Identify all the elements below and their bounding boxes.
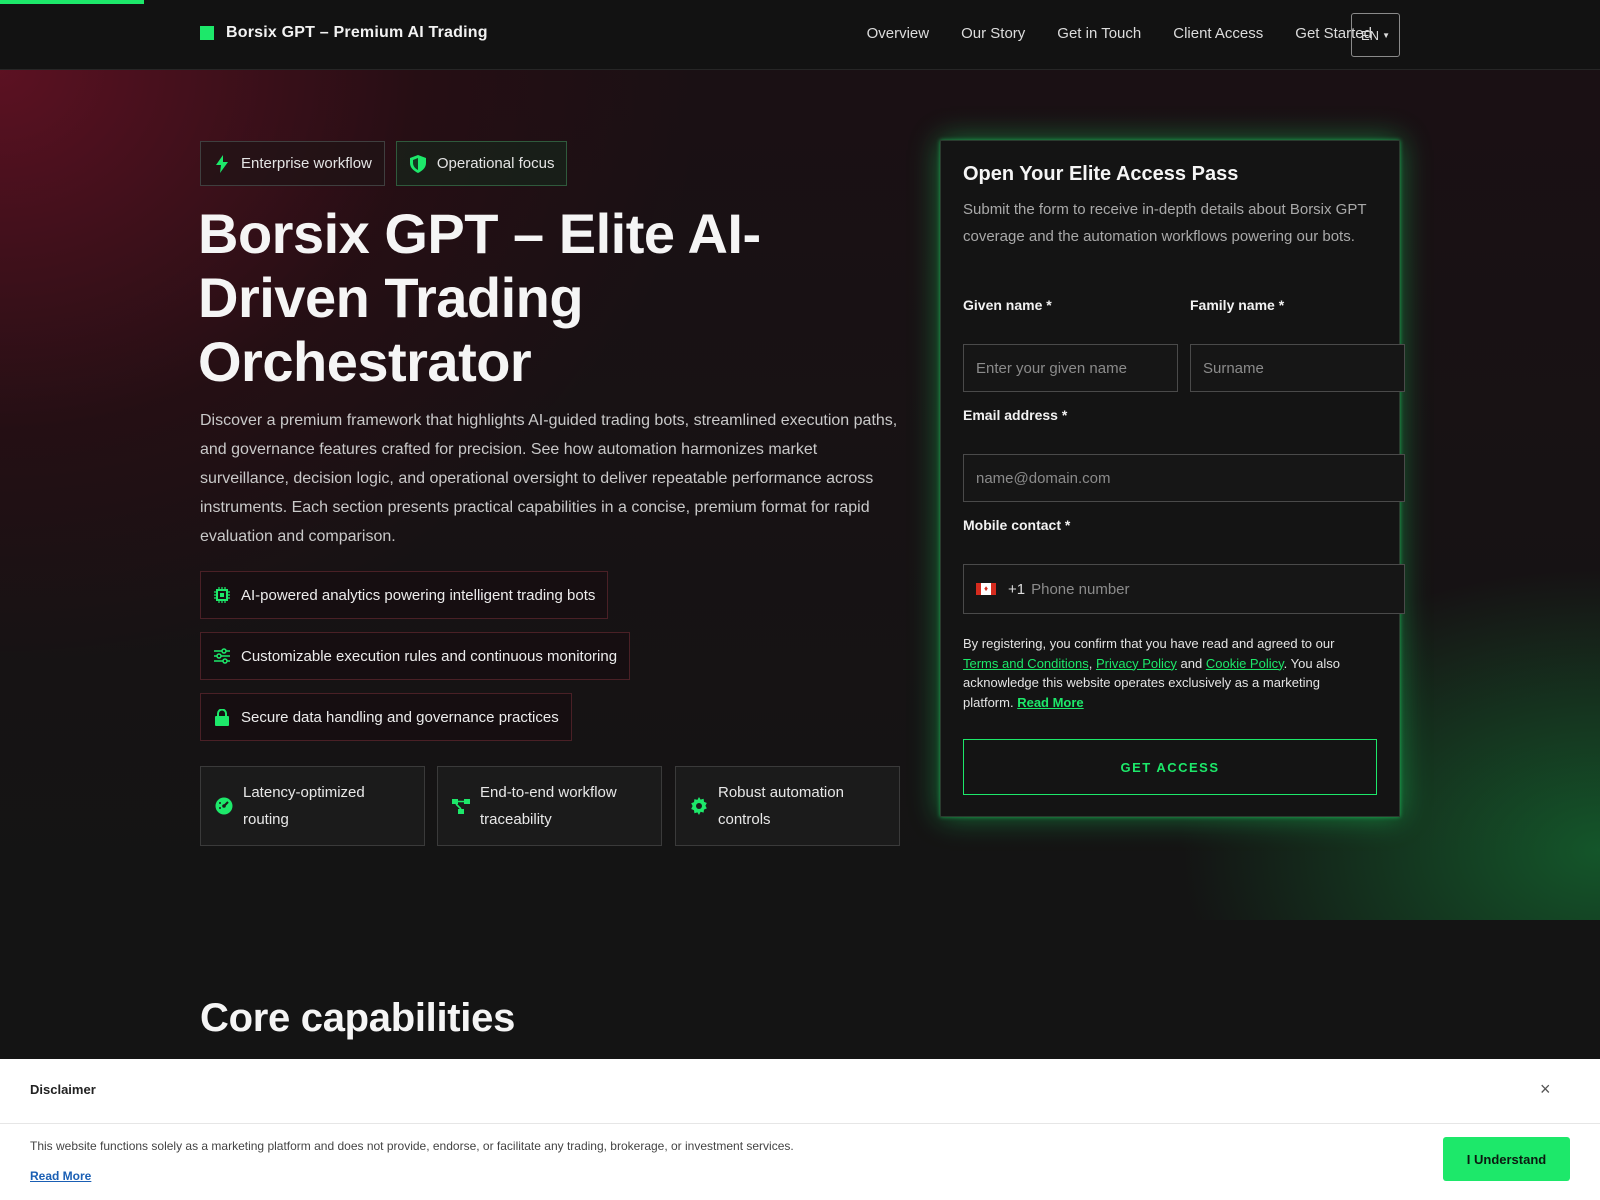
phone-placeholder: Phone number bbox=[1031, 580, 1130, 598]
terms-link[interactable]: Terms and Conditions bbox=[963, 656, 1089, 671]
feature-label: Customizable execution rules and continu… bbox=[241, 647, 618, 665]
language-label: EN bbox=[1361, 27, 1380, 43]
chip-label: Enterprise workflow bbox=[241, 155, 372, 172]
privacy-link[interactable]: Privacy Policy bbox=[1096, 656, 1177, 671]
hero-description: Discover a premium framework that highli… bbox=[200, 412, 898, 545]
tile-label: End-to-end workflow traceability bbox=[480, 784, 617, 828]
given-name-placeholder: Enter your given name bbox=[976, 359, 1127, 377]
main-nav: Overview Our Story Get in Touch Client A… bbox=[867, 22, 1372, 46]
brand[interactable]: Borsix GPT – Premium AI Trading bbox=[200, 24, 488, 42]
nodes-icon bbox=[452, 797, 470, 815]
get-access-button[interactable]: GET ACCESS bbox=[963, 739, 1377, 795]
read-more-link[interactable]: Read More bbox=[1017, 695, 1083, 710]
lightning-icon bbox=[213, 154, 231, 173]
phone-country-code: +1 bbox=[1008, 580, 1026, 598]
tile-traceability: End-to-end workflow traceability bbox=[437, 766, 662, 846]
consent-text: By registering, you confirm that you hav… bbox=[963, 636, 1341, 710]
form-title: Open Your Elite Access Pass bbox=[963, 163, 1239, 185]
email-placeholder: name@domain.com bbox=[976, 469, 1111, 487]
section-title: Core capabilities bbox=[200, 996, 516, 1040]
phone-input[interactable]: ♦ +1 Phone number bbox=[963, 564, 1405, 614]
caret-down-icon: ▼ bbox=[1382, 30, 1390, 40]
email-input[interactable]: name@domain.com bbox=[963, 454, 1405, 502]
family-name-input[interactable]: Surname bbox=[1190, 344, 1405, 392]
family-name-label: Family name * bbox=[1190, 297, 1285, 313]
nav-our-story[interactable]: Our Story bbox=[961, 22, 1025, 46]
chip-label: Operational focus bbox=[436, 155, 555, 172]
tile-label: Latency-optimized routing bbox=[243, 784, 365, 828]
nav-get-in-touch[interactable]: Get in Touch bbox=[1057, 22, 1141, 46]
canada-flag-icon[interactable]: ♦ bbox=[976, 583, 996, 595]
email-label: Email address * bbox=[963, 407, 1068, 423]
family-name-placeholder: Surname bbox=[1203, 359, 1264, 377]
consent-and: and bbox=[1180, 655, 1203, 671]
understand-button[interactable]: I Understand bbox=[1443, 1137, 1570, 1181]
given-name-label: Given name * bbox=[963, 297, 1052, 313]
disclaimer-title: Disclaimer bbox=[30, 1082, 96, 1097]
tile-automation-controls: Robust automation controls bbox=[675, 766, 900, 846]
brand-logo-icon bbox=[200, 26, 214, 40]
feature-secure-data: Secure data handling and governance prac… bbox=[200, 693, 572, 741]
feature-execution-rules: Customizable execution rules and continu… bbox=[200, 632, 631, 680]
feature-analytics: AI-powered analytics powering intelligen… bbox=[200, 571, 609, 619]
chip-icon bbox=[213, 586, 231, 604]
nav-client-access[interactable]: Client Access bbox=[1173, 22, 1263, 46]
close-icon[interactable]: × bbox=[1540, 1079, 1551, 1100]
hero-chips: Enterprise workflow Operational focus bbox=[200, 141, 568, 186]
site-header: Borsix GPT – Premium AI Trading Overview… bbox=[0, 0, 1600, 70]
chip-operational-focus: Operational focus bbox=[395, 141, 568, 186]
language-selector[interactable]: EN ▼ bbox=[1351, 13, 1400, 57]
progress-bar bbox=[0, 0, 144, 4]
brand-name: Borsix GPT – Premium AI Trading bbox=[226, 24, 488, 41]
feature-label: Secure data handling and governance prac… bbox=[241, 708, 559, 726]
nav-overview[interactable]: Overview bbox=[867, 22, 930, 46]
given-name-input[interactable]: Enter your given name bbox=[963, 344, 1178, 392]
disclaimer-read-more-link[interactable]: Read More bbox=[30, 1169, 91, 1183]
gauge-icon bbox=[215, 797, 233, 815]
tile-latency: Latency-optimized routing bbox=[200, 766, 425, 846]
cookie-link[interactable]: Cookie Policy bbox=[1206, 656, 1284, 671]
disclaimer-banner: Disclaimer × This website functions sole… bbox=[0, 1059, 1600, 1200]
tile-label: Robust automation controls bbox=[718, 784, 844, 828]
disclaimer-header: Disclaimer × bbox=[0, 1059, 1600, 1124]
form-subtitle: Submit the form to receive in-depth deta… bbox=[963, 201, 1367, 245]
gear-icon bbox=[690, 797, 708, 815]
sliders-icon bbox=[213, 647, 231, 665]
chip-enterprise-workflow: Enterprise workflow bbox=[200, 141, 385, 186]
consent-prefix: By registering, you confirm that you hav… bbox=[963, 636, 1335, 651]
lock-icon bbox=[213, 708, 231, 726]
hero-title: Borsix GPT – Elite AI-Driven Trading Orc… bbox=[198, 202, 761, 393]
disclaimer-text: This website functions solely as a marke… bbox=[30, 1139, 794, 1153]
shield-icon bbox=[409, 154, 427, 173]
phone-label: Mobile contact * bbox=[963, 517, 1071, 533]
feature-label: AI-powered analytics powering intelligen… bbox=[241, 586, 596, 604]
